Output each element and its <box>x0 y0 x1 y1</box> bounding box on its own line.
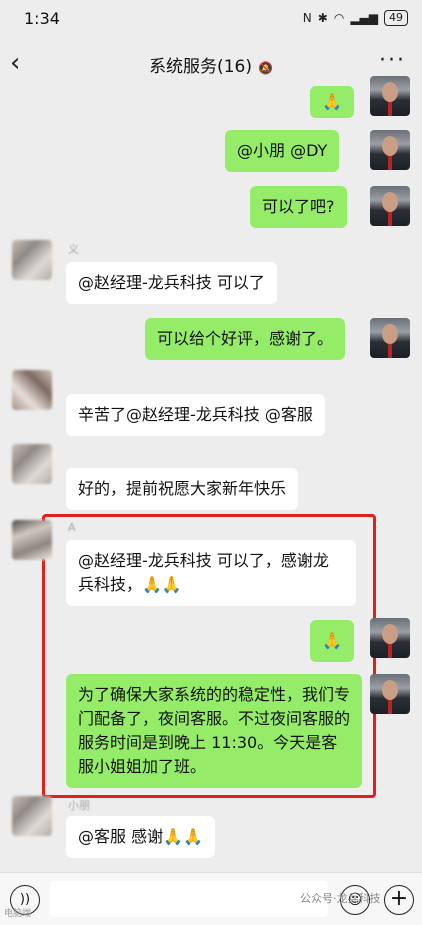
message-bubble: @赵经理-龙兵科技 可以了，感谢龙兵科技，🙏🙏 <box>66 540 356 606</box>
chat-header: ‹ 系统服务(16) 🔕 ··· <box>0 38 422 90</box>
message-bubble: @客服 感谢🙏🙏 <box>66 816 215 858</box>
avatar[interactable] <box>370 130 410 170</box>
signal-icon: ▂▄▆ <box>350 11 378 25</box>
plus-icon[interactable]: + <box>384 885 414 915</box>
message-input[interactable] <box>50 881 328 917</box>
avatar[interactable] <box>370 186 410 226</box>
bell-mute-icon: 🔕 <box>257 61 273 75</box>
message-bubble: 辛苦了@赵经理-龙兵科技 @客服 <box>66 394 325 436</box>
avatar[interactable] <box>370 318 410 358</box>
message-bubble: @赵经理-龙兵科技 可以了 <box>66 262 277 304</box>
message-bubble: 🙏 <box>310 86 354 118</box>
avatar[interactable] <box>12 796 52 836</box>
avatar[interactable] <box>12 370 52 410</box>
avatar[interactable] <box>12 240 52 280</box>
avatar[interactable] <box>370 674 410 714</box>
nfc-icon: N <box>302 11 312 25</box>
message-bubble: 好的，提前祝愿大家新年快乐 <box>66 468 299 510</box>
battery-indicator: 49 <box>384 10 408 26</box>
sender-nickname: 小朋 <box>68 799 90 812</box>
more-dots-icon[interactable]: ··· <box>379 48 406 73</box>
wifi-icon: ◠ <box>333 11 345 25</box>
watermark: 公众号·龙兵科技 <box>300 892 381 905</box>
message-bubble: 可以了吧? <box>250 186 347 228</box>
message-bubble: @小朋 @DY <box>225 130 340 172</box>
bluetooth-icon: ✱ <box>317 11 328 25</box>
sender-nickname: 义 <box>68 243 79 256</box>
message-bubble: 🙏 <box>310 620 354 662</box>
message-bubble: 为了确保大家系统的的稳定性，我们专门配备了，夜间客服。不过夜间客服的服务时间是到… <box>66 674 362 788</box>
avatar[interactable] <box>370 618 410 658</box>
avatar[interactable] <box>370 76 410 116</box>
chat-title-text: 系统服务(16) <box>149 57 252 77</box>
chat-title: 系统服务(16) 🔕 <box>0 52 422 77</box>
status-icons: N ✱ ◠ ▂▄▆ 49 <box>303 10 408 26</box>
avatar[interactable] <box>12 444 52 484</box>
watermark-small: 电脑端 <box>4 909 32 919</box>
status-bar: 1:34 N ✱ ◠ ▂▄▆ 49 <box>0 0 422 38</box>
avatar[interactable] <box>12 520 52 560</box>
sender-nickname: A <box>68 521 76 534</box>
status-time: 1:34 <box>24 9 60 28</box>
message-bubble: 可以给个好评，感谢了。 <box>145 318 346 360</box>
